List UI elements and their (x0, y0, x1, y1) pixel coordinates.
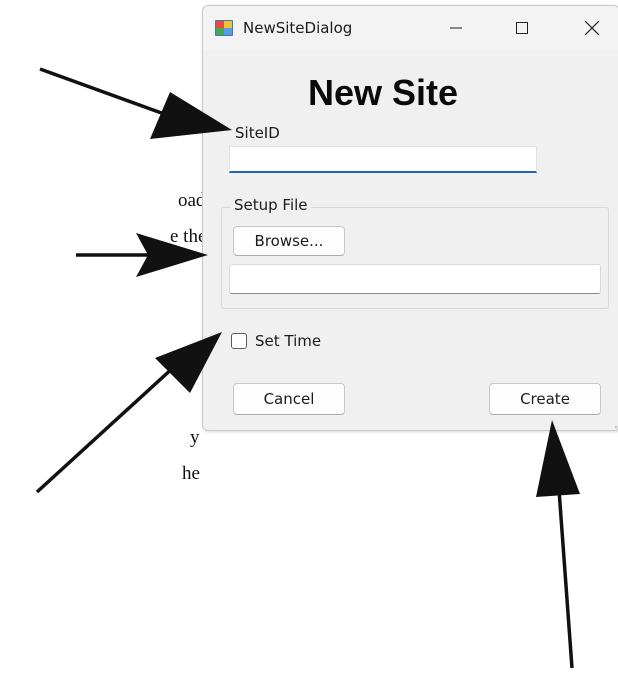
arrow-to-siteid (39, 67, 232, 139)
arrow-to-setup-file (76, 233, 208, 277)
arrow-to-create (536, 420, 580, 669)
arrow-to-set-time (35, 332, 222, 494)
annotation-arrows (35, 67, 580, 669)
